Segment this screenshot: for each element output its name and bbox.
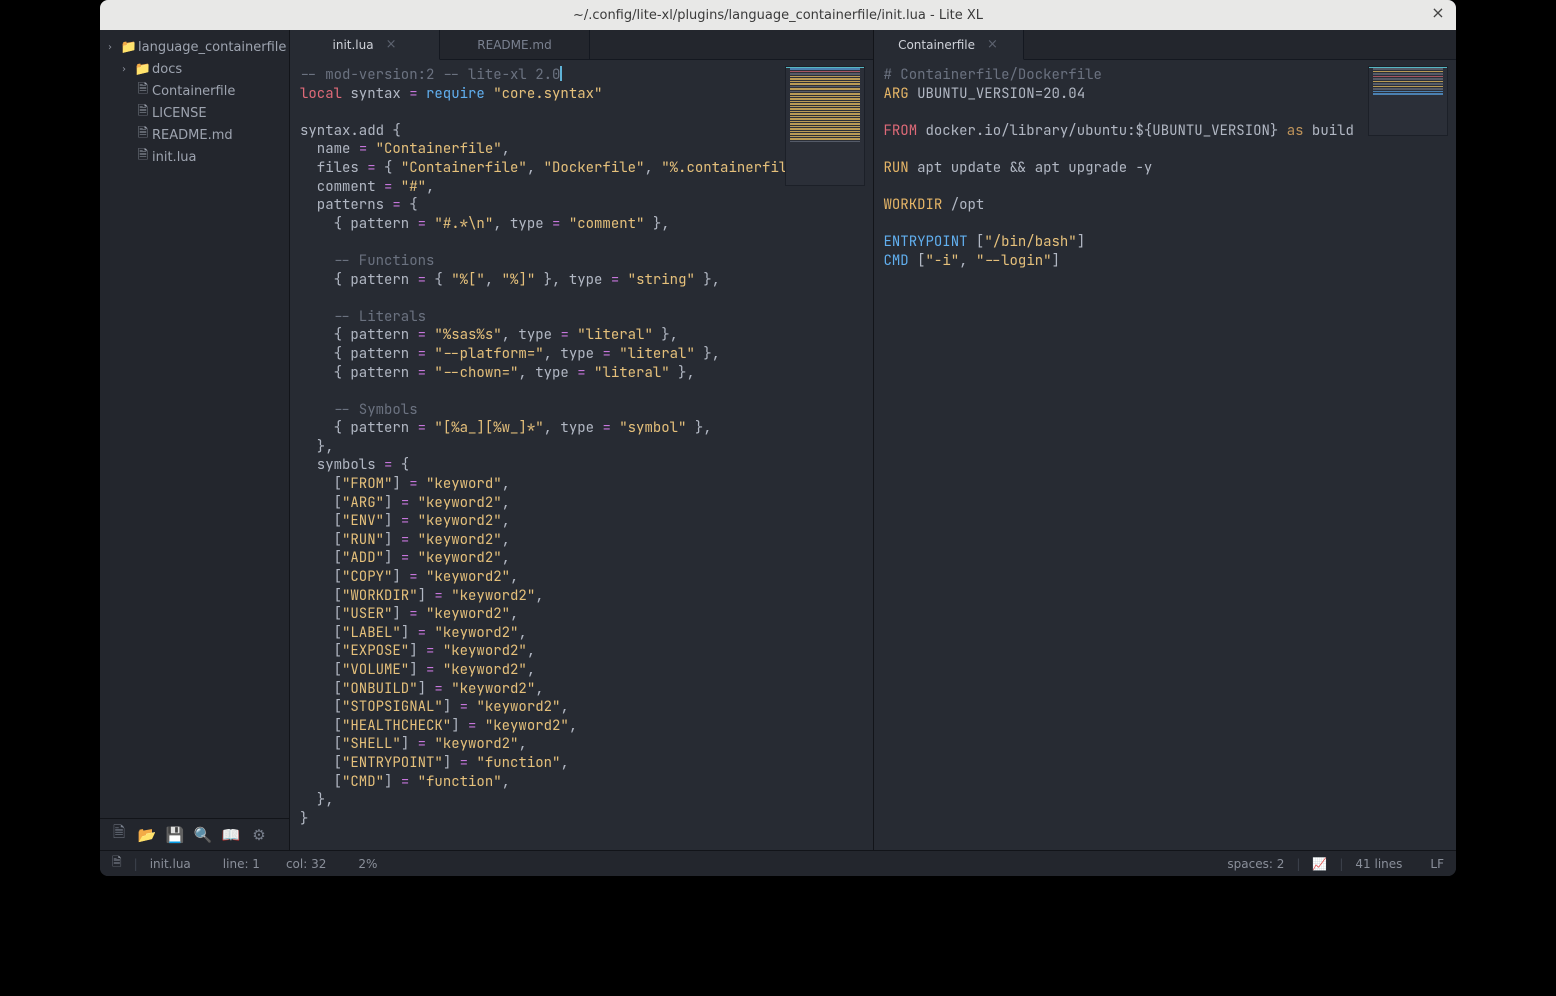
window: ~/.config/lite-xl/plugins/language_conta…	[100, 0, 1456, 876]
statusbar: 🗎 | init.lua line: 1 col: 32 2% spaces: …	[100, 850, 1456, 876]
tab-containerfile[interactable]: Containerfile ×	[874, 30, 1024, 60]
settings-icon[interactable]: ⚙	[250, 826, 268, 844]
titlebar: ~/.config/lite-xl/plugins/language_conta…	[100, 0, 1456, 30]
tab-init-lua[interactable]: init.lua ×	[290, 30, 440, 60]
tree-file[interactable]: 🗎 init.lua	[100, 146, 289, 168]
file-icon: 🗎	[134, 102, 152, 124]
status-lines: 41 lines	[1355, 857, 1402, 871]
minimap-right[interactable]	[1368, 66, 1448, 136]
status-eol[interactable]: LF	[1430, 857, 1444, 871]
tab-readme[interactable]: README.md	[440, 30, 590, 59]
chevron-right-icon: ›	[122, 64, 134, 75]
editor-right[interactable]: # Containerfile/Dockerfile ARG UBUNTU_VE…	[874, 60, 1457, 850]
file-icon: 🗎	[134, 80, 152, 102]
file-tree: › 📁 language_containerfile › 📁 docs 🗎 Co…	[100, 30, 289, 818]
tree-folder-docs[interactable]: › 📁 docs	[100, 58, 289, 80]
tree-label: Containerfile	[152, 84, 235, 99]
project-root-label: language_containerfile	[138, 40, 286, 55]
editor-pane-left: init.lua × README.md -- mod-version:2 --…	[290, 30, 873, 850]
sidebar-toolbar: 🗎 📂 💾 🔍 📖 ⚙	[100, 818, 289, 850]
tab-label: init.lua	[333, 38, 374, 52]
tree-label: README.md	[152, 128, 233, 143]
file-icon: 🗎	[134, 124, 152, 146]
open-folder-icon[interactable]: 📂	[138, 826, 156, 844]
tree-label: LICENSE	[152, 106, 207, 121]
file-type-icon: 🗎	[112, 853, 122, 874]
new-file-icon[interactable]: 🗎	[110, 826, 128, 844]
tree-file[interactable]: 🗎 README.md	[100, 124, 289, 146]
tree-label: init.lua	[152, 150, 197, 165]
status-percent: 2%	[358, 857, 377, 871]
file-icon: 🗎	[134, 146, 152, 168]
save-icon[interactable]: 💾	[166, 826, 184, 844]
chevron-right-icon: ›	[108, 42, 120, 53]
folder-icon: 📁	[134, 62, 152, 77]
stats-icon[interactable]: 📈	[1312, 857, 1327, 871]
tabstrip-left: init.lua × README.md	[290, 30, 873, 60]
tab-close-icon[interactable]: ×	[386, 37, 397, 52]
project-root[interactable]: › 📁 language_containerfile	[100, 36, 289, 58]
client-area: › 📁 language_containerfile › 📁 docs 🗎 Co…	[100, 30, 1456, 850]
book-icon[interactable]: 📖	[222, 826, 240, 844]
status-file: init.lua	[150, 857, 191, 871]
tab-close-icon[interactable]: ×	[987, 37, 998, 52]
tree-file[interactable]: 🗎 Containerfile	[100, 80, 289, 102]
text-cursor	[560, 66, 562, 81]
window-title: ~/.config/lite-xl/plugins/language_conta…	[573, 8, 983, 23]
tab-label: README.md	[477, 38, 551, 52]
status-col: col: 32	[286, 857, 326, 871]
editor-pane-right: Containerfile × # Containerfile/Dockerfi…	[873, 30, 1457, 850]
tree-label: docs	[152, 62, 182, 77]
sidebar: › 📁 language_containerfile › 📁 docs 🗎 Co…	[100, 30, 290, 850]
folder-open-icon: 📁	[120, 40, 138, 55]
tab-label: Containerfile	[898, 38, 975, 52]
status-line: line: 1	[223, 857, 260, 871]
editor-group: init.lua × README.md -- mod-version:2 --…	[290, 30, 1456, 850]
editor-left[interactable]: -- mod-version:2 -- lite-xl 2.0 local sy…	[290, 60, 873, 850]
tabstrip-right: Containerfile ×	[874, 30, 1457, 60]
search-icon[interactable]: 🔍	[194, 826, 212, 844]
minimap-left[interactable]	[785, 66, 865, 186]
window-close-button[interactable]: ×	[1430, 6, 1446, 22]
status-spaces[interactable]: spaces: 2	[1227, 857, 1284, 871]
tree-file[interactable]: 🗎 LICENSE	[100, 102, 289, 124]
